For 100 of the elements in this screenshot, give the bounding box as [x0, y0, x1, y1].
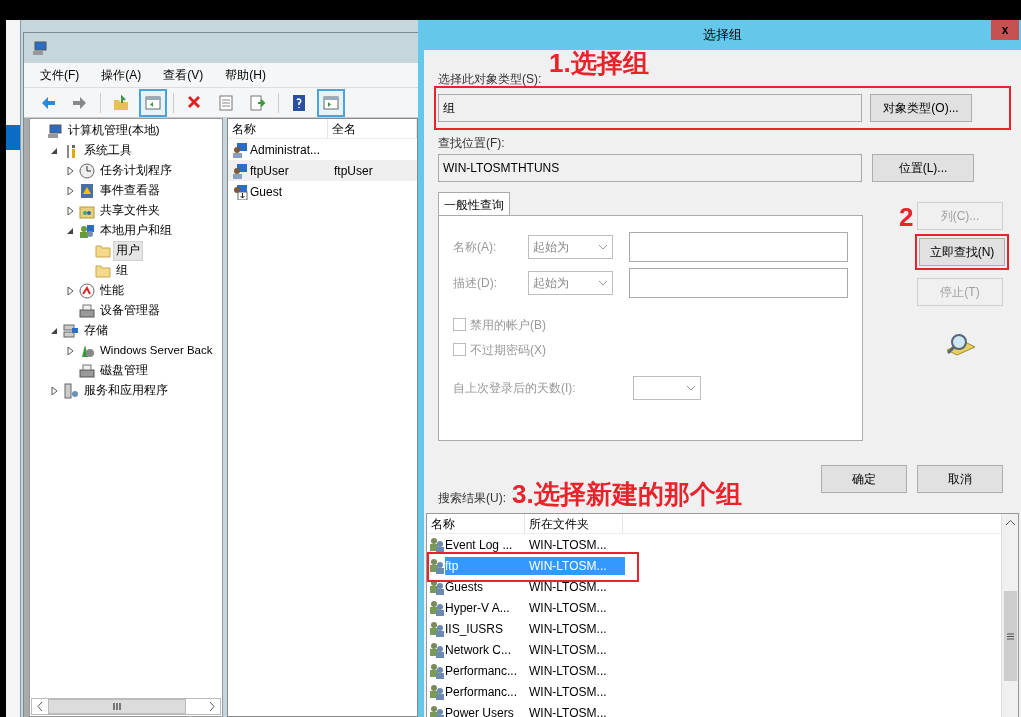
group-icon: [429, 704, 445, 717]
text-field[interactable]: [628, 268, 848, 298]
gauge-icon: [79, 283, 95, 299]
dialog-title: 选择组: [703, 26, 742, 45]
properties-icon: [218, 94, 234, 111]
group-icon: [429, 683, 445, 700]
cancel-button[interactable]: 取消: [917, 465, 1003, 493]
grip-icon: [1006, 632, 1014, 640]
user-icon: [232, 141, 248, 158]
tree-item[interactable]: 用户: [113, 241, 143, 261]
expanded-arrow-icon[interactable]: [51, 327, 59, 335]
column-header[interactable]: 名称: [228, 119, 328, 138]
dropdown[interactable]: 起始为: [527, 235, 613, 259]
field-label: 选择此对象类型(S):: [438, 71, 543, 86]
console-tree-button[interactable]: [139, 88, 167, 117]
user-row[interactable]: ftpUser ftpUser: [228, 160, 417, 181]
close-button[interactable]: x: [991, 20, 1019, 40]
column-header[interactable]: 名称: [427, 514, 525, 533]
checkbox-label: 禁用的帐户(B): [470, 316, 546, 334]
result-row[interactable]: IIS_IUSRS WIN-LTOSM...: [445, 619, 625, 638]
scroll-thumb[interactable]: [48, 699, 186, 714]
folder-icon: [95, 243, 111, 259]
group-folder: WIN-LTOSM...: [529, 557, 608, 575]
group-folder: WIN-LTOSM...: [529, 662, 608, 680]
result-row[interactable]: Performanc... WIN-LTOSM...: [445, 661, 625, 680]
tree-item[interactable]: 磁盘管理: [97, 361, 151, 381]
checkbox-label: 不过期密码(X): [470, 341, 546, 359]
side-button[interactable]: 立即查找(N): [919, 238, 1005, 266]
tree-item[interactable]: 计算机管理(本地): [65, 121, 163, 141]
user-name: ftpUser: [250, 162, 290, 180]
field-label: 描述(D):: [453, 275, 498, 292]
result-row[interactable]: Power Users WIN-LTOSM...: [445, 703, 625, 717]
collapsed-arrow-icon[interactable]: [67, 287, 75, 295]
field-label: 自上次登录后的天数(I):: [453, 380, 577, 397]
text-field[interactable]: [628, 232, 848, 262]
tree-item[interactable]: 服务和应用程序: [81, 381, 171, 401]
location-field[interactable]: WIN-LTOSMTHTUNS: [438, 154, 862, 182]
dropdown[interactable]: [633, 376, 701, 400]
vertical-scrollbar[interactable]: [1001, 514, 1018, 717]
group-name: IIS_IUSRS: [445, 620, 505, 638]
tree-item[interactable]: 任务计划程序: [97, 161, 175, 181]
user-row[interactable]: Guest: [228, 181, 417, 202]
group-name: Hyper-V A...: [445, 599, 511, 617]
storage-icon: [63, 323, 79, 339]
tree-item[interactable]: 本地用户和组: [97, 221, 175, 241]
services-icon: [63, 383, 79, 399]
ok-button[interactable]: 确定: [821, 465, 907, 493]
group-folder: WIN-LTOSM...: [529, 599, 608, 617]
tree-item[interactable]: 事件查看器: [97, 181, 163, 201]
group-icon: [429, 620, 445, 637]
annotation-label: 3.选择新建的那个组: [512, 481, 742, 507]
dropdown[interactable]: 起始为: [527, 271, 613, 295]
user-row[interactable]: Administrat...: [228, 139, 417, 160]
expanded-arrow-icon[interactable]: [51, 147, 59, 155]
forward-arrow-icon: [72, 94, 88, 111]
tree-item[interactable]: 共享文件夹: [97, 201, 163, 221]
collapsed-arrow-icon[interactable]: [67, 167, 75, 175]
menu-item[interactable]: 查看(V): [163, 66, 204, 84]
result-row[interactable]: Performanc... WIN-LTOSM...: [445, 682, 625, 701]
horizontal-scrollbar[interactable]: [31, 698, 221, 715]
tree-item[interactable]: 存储: [81, 321, 111, 341]
result-row[interactable]: Network C... WIN-LTOSM...: [445, 640, 625, 659]
collapsed-arrow-icon[interactable]: [67, 187, 75, 195]
tree-item[interactable]: 系统工具: [81, 141, 135, 161]
object-types-button[interactable]: 对象类型(O)...: [870, 94, 972, 122]
collapsed-arrow-icon[interactable]: [67, 347, 75, 355]
object-type-field[interactable]: 组: [438, 94, 862, 122]
column-header[interactable]: 所在文件夹: [525, 514, 623, 533]
checkbox[interactable]: [453, 343, 466, 356]
tree-item[interactable]: 性能: [97, 281, 127, 301]
chevron-down-icon: [597, 244, 608, 250]
group-icon: [429, 536, 445, 553]
menu-item[interactable]: 帮助(H): [225, 66, 266, 84]
collapsed-arrow-icon[interactable]: [67, 207, 75, 215]
menu-item[interactable]: 操作(A): [101, 66, 142, 84]
result-row[interactable]: Hyper-V A... WIN-LTOSM...: [445, 598, 625, 617]
tree-item[interactable]: 设备管理器: [97, 301, 163, 321]
menu-item[interactable]: 文件(F): [40, 66, 80, 84]
result-row[interactable]: Guests WIN-LTOSM...: [445, 577, 625, 596]
collapsed-arrow-icon[interactable]: [51, 387, 59, 395]
printer-icon: [79, 303, 95, 319]
group-name: Guests: [445, 578, 484, 596]
column-header[interactable]: 全名: [328, 119, 417, 138]
result-row[interactable]: Event Log ... WIN-LTOSM...: [445, 535, 625, 554]
locations-button[interactable]: 位置(L)...: [872, 154, 974, 182]
group-name: ftp: [445, 557, 460, 575]
group-folder: WIN-LTOSM...: [529, 536, 608, 554]
chevron-down-icon: [597, 280, 608, 286]
scroll-thumb[interactable]: [1003, 591, 1017, 681]
expanded-arrow-icon[interactable]: [67, 227, 75, 235]
group-folder: WIN-LTOSM...: [529, 641, 608, 659]
user-disabled-icon: [232, 183, 248, 200]
tree-item[interactable]: Windows Server Back: [97, 341, 216, 361]
tab[interactable]: 一般性查询: [438, 192, 510, 216]
annotation-label: 2: [899, 204, 914, 230]
tree-item[interactable]: 组: [113, 261, 131, 281]
help-icon: [291, 94, 307, 111]
group-icon: [429, 599, 445, 616]
checkbox[interactable]: [453, 318, 466, 331]
taskbar-tile[interactable]: [6, 125, 20, 150]
